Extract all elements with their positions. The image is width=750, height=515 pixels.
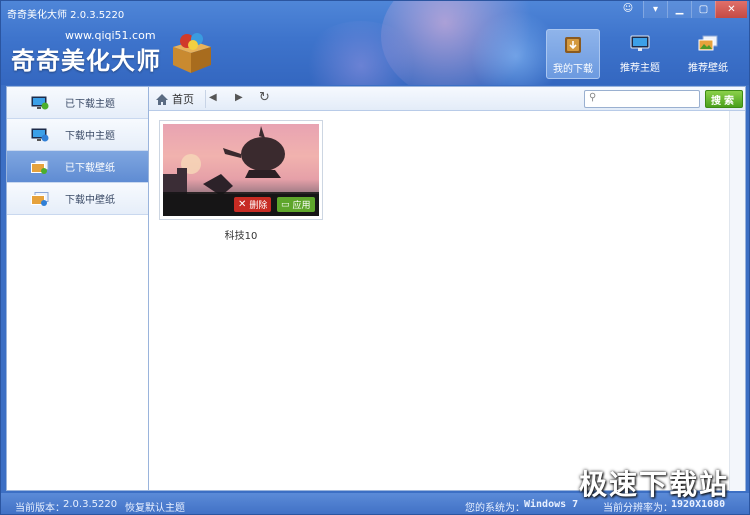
- sidebar-item-downloaded-wallpapers[interactable]: 已下载壁纸: [7, 151, 148, 183]
- header: 奇奇美化大师 2.0.3.5220 ☺ ▾ ▁ ▢ ✕ www.qiqi51.c…: [1, 1, 749, 85]
- topnav-label: 推荐壁纸: [688, 63, 728, 74]
- toolbar: 首页 ◀ ▶ ↻ ⚲ 搜索: [149, 87, 745, 111]
- wallpaper-caption: 科技10: [224, 231, 258, 242]
- wallpaper-check-icon: [31, 159, 49, 174]
- gift-box-icon: [173, 33, 211, 73]
- search-button[interactable]: 搜索: [705, 90, 743, 108]
- topnav-my-downloads[interactable]: 我的下载: [546, 29, 600, 79]
- topnav-recommended-themes[interactable]: 推荐主题: [613, 29, 667, 79]
- watermark: 极速下载站: [579, 468, 730, 501]
- wallpaper-card[interactable]: ✕ 删除 ▭ 应用: [159, 120, 323, 220]
- sidebar-item-downloaded-themes[interactable]: 已下载主题: [7, 87, 148, 119]
- back-arrow-icon[interactable]: ◀: [209, 92, 217, 103]
- search-box: ⚲: [584, 90, 700, 108]
- sidebar-item-downloading-themes[interactable]: 下载中主题: [7, 119, 148, 151]
- topnav-label: 我的下载: [553, 64, 593, 75]
- apply-button[interactable]: ▭ 应用: [277, 197, 315, 212]
- download-box-icon: [565, 37, 581, 53]
- apply-label: 应用: [292, 201, 311, 211]
- home-button[interactable]: 首页: [155, 91, 194, 107]
- app-window: 奇奇美化大师 2.0.3.5220 ☺ ▾ ▁ ▢ ✕ www.qiqi51.c…: [0, 0, 750, 515]
- topnav-recommended-wallpapers[interactable]: 推荐壁纸: [681, 29, 735, 79]
- refresh-icon[interactable]: ↻: [259, 90, 270, 105]
- vertical-scrollbar[interactable]: [729, 111, 745, 491]
- sidebar: 已下载主题 下载中主题 已下载壁纸 下载中壁纸: [6, 86, 149, 491]
- x-icon: ✕: [238, 199, 247, 210]
- os-value: Windows 7: [524, 499, 579, 510]
- main-panel: 首页 ◀ ▶ ↻ ⚲ 搜索 ✕ 删除 ▭ 应用 科技10: [149, 86, 746, 491]
- sidebar-item-label: 下载中壁纸: [65, 195, 115, 206]
- sidebar-item-label: 已下载主题: [65, 99, 115, 110]
- monitor-small-icon: ▭: [281, 199, 290, 210]
- monitor-check-icon: [31, 96, 49, 109]
- toolbar-divider: [205, 90, 206, 108]
- brand-logo: 奇奇美化大师: [11, 47, 161, 75]
- os-label: 您的系统为：: [465, 503, 525, 514]
- window-title: 奇奇美化大师 2.0.3.5220: [7, 10, 125, 21]
- menu-icon[interactable]: ▾: [643, 1, 667, 18]
- sidebar-item-label: 已下载壁纸: [65, 163, 115, 174]
- forward-arrow-icon[interactable]: ▶: [235, 92, 243, 103]
- restore-default-theme-link[interactable]: 恢复默认主题: [125, 499, 185, 514]
- delete-button[interactable]: ✕ 删除: [234, 197, 272, 212]
- version-label: 当前版本：: [15, 503, 65, 514]
- minimize-icon[interactable]: ▁: [667, 1, 691, 18]
- wallpaper-download-icon: [31, 191, 49, 206]
- search-icon: ⚲: [589, 92, 597, 103]
- home-icon: [156, 93, 168, 105]
- skin-icon[interactable]: ☺: [621, 3, 635, 17]
- home-label: 首页: [172, 93, 194, 106]
- wallpaper-icon: [698, 35, 718, 51]
- monitor-icon: [630, 35, 650, 51]
- sidebar-item-downloading-wallpapers[interactable]: 下载中壁纸: [7, 183, 148, 215]
- monitor-download-icon: [31, 128, 49, 141]
- search-input[interactable]: [603, 92, 697, 106]
- wallpaper-thumbnail[interactable]: ✕ 删除 ▭ 应用: [163, 124, 319, 216]
- delete-label: 删除: [249, 201, 268, 211]
- version-value: 2.0.3.5220: [63, 499, 118, 510]
- sidebar-item-label: 下载中主题: [65, 131, 115, 142]
- window-controls: ▾ ▁ ▢ ✕: [643, 1, 747, 18]
- topnav-label: 推荐主题: [620, 63, 660, 74]
- close-icon[interactable]: ✕: [715, 1, 747, 18]
- maximize-icon[interactable]: ▢: [691, 1, 715, 18]
